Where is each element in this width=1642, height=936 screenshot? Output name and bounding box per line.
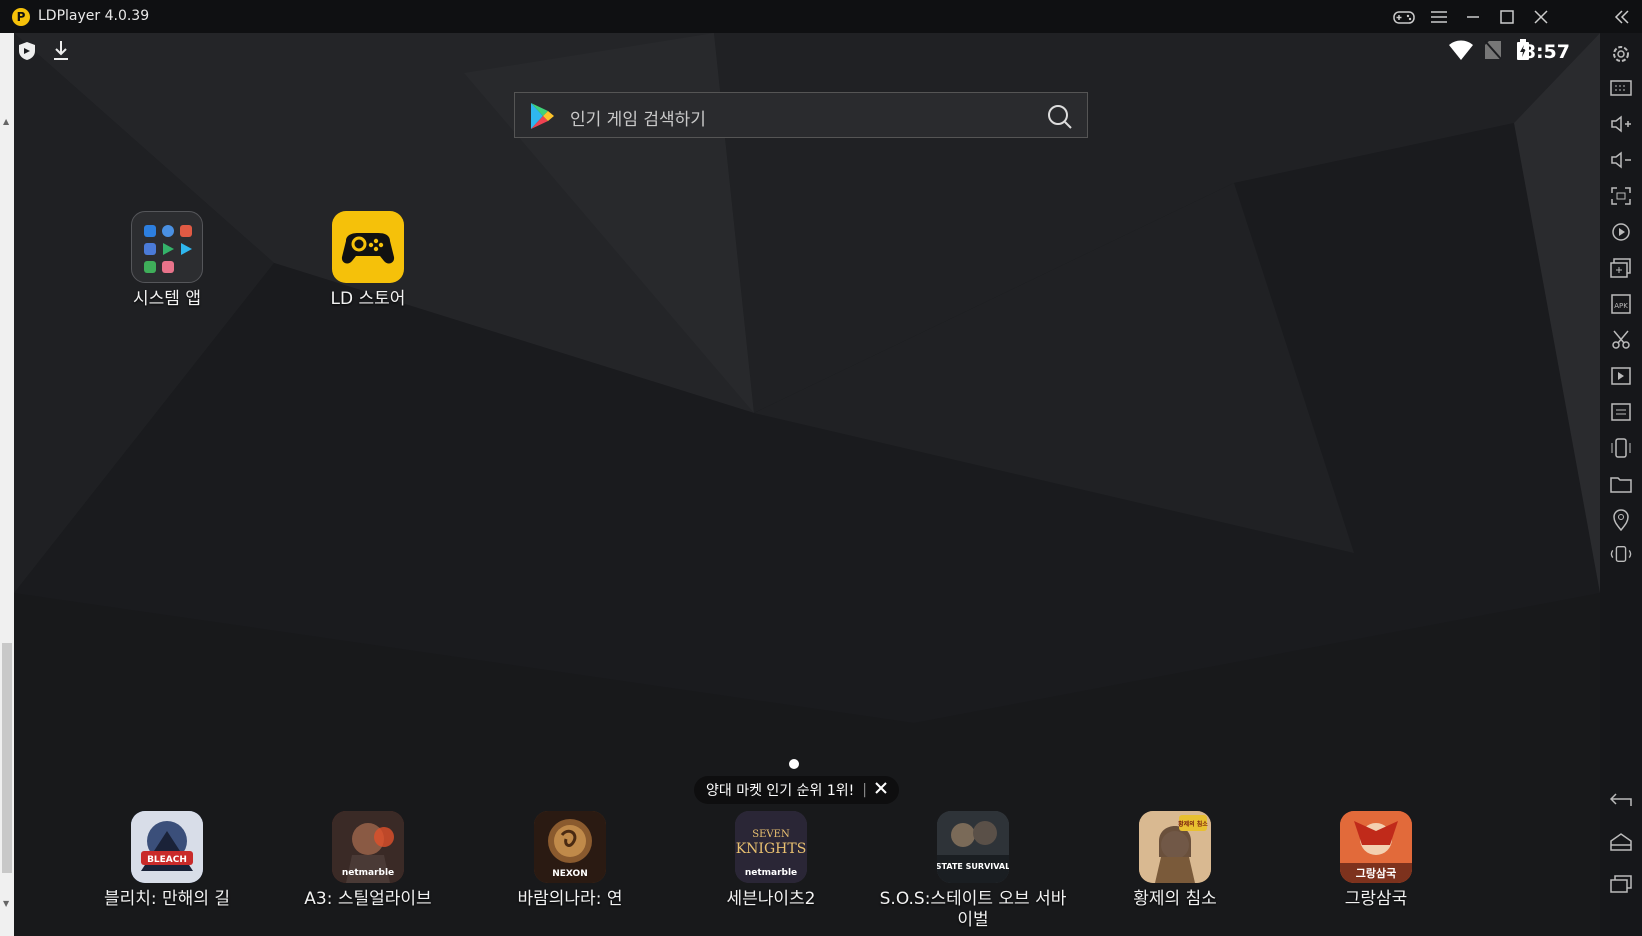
- baram-app-icon: NEXON: [534, 811, 606, 883]
- folder-icon: [131, 211, 203, 283]
- dock-app-grand-samguk[interactable]: 그랑삼국 그랑삼국: [1276, 811, 1476, 910]
- play-store-icon: [529, 102, 555, 134]
- app-label: S.O.S:스테이트 오브 서바이벌: [879, 889, 1067, 930]
- icon-text: BLEACH: [147, 855, 187, 865]
- video-icon[interactable]: [1610, 365, 1632, 387]
- grand-samguk-app-icon: 그랑삼국: [1340, 811, 1412, 883]
- icon-text: 황제의 침소: [1178, 820, 1208, 828]
- icon-text: netmarble: [745, 868, 797, 878]
- dock-app-a3[interactable]: netmarble A3: 스틸얼라이브: [268, 811, 468, 910]
- collapse-sidebar-icon[interactable]: [1611, 6, 1633, 28]
- dock-app-bleach[interactable]: BLEACH 블리치: 만해의 길: [67, 811, 267, 910]
- folder-icon[interactable]: [1610, 473, 1632, 495]
- toast-divider: |: [862, 782, 867, 798]
- scissors-icon[interactable]: [1610, 329, 1632, 351]
- multi-instance-icon[interactable]: [1610, 257, 1632, 279]
- keyboard-icon[interactable]: [1610, 77, 1632, 99]
- shake-icon[interactable]: [1610, 437, 1632, 459]
- svg-text:APK: APK: [1614, 302, 1628, 310]
- settings-icon[interactable]: [1610, 43, 1632, 65]
- app-label: 세븐나이츠2: [726, 889, 816, 909]
- window-title: LDPlayer 4.0.39: [38, 8, 150, 24]
- state-survival-app-icon: STATE SURVIVAL: [937, 811, 1009, 883]
- app-system-apps[interactable]: 시스템 앱: [67, 211, 267, 310]
- svg-text:SEVEN: SEVEN: [752, 829, 790, 840]
- apk-install-icon[interactable]: APK: [1610, 293, 1632, 315]
- icon-text: netmarble: [342, 868, 394, 878]
- ldplayer-logo-icon: P: [12, 8, 30, 26]
- scroll-down-icon[interactable]: ▼: [3, 899, 9, 908]
- wifi-icon: [1448, 39, 1474, 65]
- dock-app-state-survival[interactable]: STATE SURVIVAL S.O.S:스테이트 오브 서바이벌: [873, 811, 1073, 931]
- icon-text: STATE SURVIVAL: [937, 862, 1009, 871]
- toast-close-icon[interactable]: [875, 782, 887, 798]
- icon-text: 그랑삼국: [1356, 866, 1396, 880]
- app-label: 황제의 침소: [1133, 889, 1217, 909]
- search-icon[interactable]: [1047, 104, 1073, 134]
- app-label: 바람의나라: 연: [517, 889, 623, 909]
- volume-down-icon[interactable]: [1610, 149, 1632, 171]
- seven-knights-app-icon: SEVEN KNIGHTS netmarble: [735, 811, 807, 883]
- close-icon[interactable]: [1530, 6, 1552, 28]
- minimize-icon[interactable]: [1462, 6, 1484, 28]
- bleach-app-icon: BLEACH: [131, 811, 203, 883]
- app-label: 블리치: 만해의 길: [103, 889, 230, 909]
- location-icon[interactable]: [1610, 509, 1632, 531]
- emperor-app-icon: 황제의 침소: [1139, 811, 1211, 883]
- home-icon[interactable]: [1610, 831, 1632, 853]
- rotate-icon[interactable]: [1610, 543, 1632, 565]
- dock-app-emperor[interactable]: 황제의 침소 황제의 침소: [1075, 811, 1275, 910]
- dock-app-baram[interactable]: NEXON 바람의나라: 연: [470, 811, 670, 910]
- menu-icon[interactable]: [1428, 6, 1450, 28]
- gamepad-store-icon: [332, 211, 404, 283]
- a3-app-icon: netmarble: [332, 811, 404, 883]
- record-icon[interactable]: [1610, 221, 1632, 243]
- app-label: A3: 스틸얼라이브: [304, 889, 432, 909]
- dock-app-seven-knights2[interactable]: SEVEN KNIGHTS netmarble 세븐나이츠2: [671, 811, 871, 910]
- sync-icon[interactable]: [1610, 401, 1632, 423]
- title-bar: P LDPlayer 4.0.39: [0, 0, 1642, 33]
- gamepad-icon[interactable]: [1393, 6, 1415, 28]
- scrollbar-thumb[interactable]: [2, 643, 12, 873]
- shield-icon: [18, 41, 36, 65]
- android-screen: 8:57 인기 게임 검색하기 시스템 앱 LD 스토어 양대 마켓 인기 순위…: [14, 33, 1600, 936]
- fullscreen-icon[interactable]: [1610, 185, 1632, 207]
- app-label: LD 스토어: [330, 289, 406, 309]
- download-icon: [53, 40, 69, 66]
- app-ld-store[interactable]: LD 스토어: [268, 211, 468, 310]
- scroll-up-icon[interactable]: ▲: [3, 117, 9, 126]
- volume-up-icon[interactable]: [1610, 113, 1632, 135]
- app-label: 시스템 앱: [133, 289, 201, 309]
- no-sim-icon: [1484, 40, 1502, 64]
- maximize-icon[interactable]: [1496, 6, 1518, 28]
- icon-text: NEXON: [552, 869, 587, 879]
- recent-apps-icon[interactable]: [1610, 873, 1632, 895]
- app-label: 그랑삼국: [1344, 889, 1408, 909]
- search-placeholder[interactable]: 인기 게임 검색하기: [570, 105, 706, 130]
- left-scrollbar[interactable]: ▲ ▼: [0, 33, 14, 936]
- back-icon[interactable]: [1610, 789, 1632, 811]
- promo-toast[interactable]: 양대 마켓 인기 순위 1위! |: [694, 776, 899, 804]
- search-bar[interactable]: 인기 게임 검색하기: [514, 92, 1088, 138]
- page-indicator: [789, 759, 799, 769]
- right-toolbar: APK: [1600, 33, 1642, 936]
- svg-text:KNIGHTS: KNIGHTS: [736, 841, 807, 857]
- clock: 8:57: [1522, 41, 1570, 63]
- toast-text: 양대 마켓 인기 순위 1위!: [706, 783, 855, 799]
